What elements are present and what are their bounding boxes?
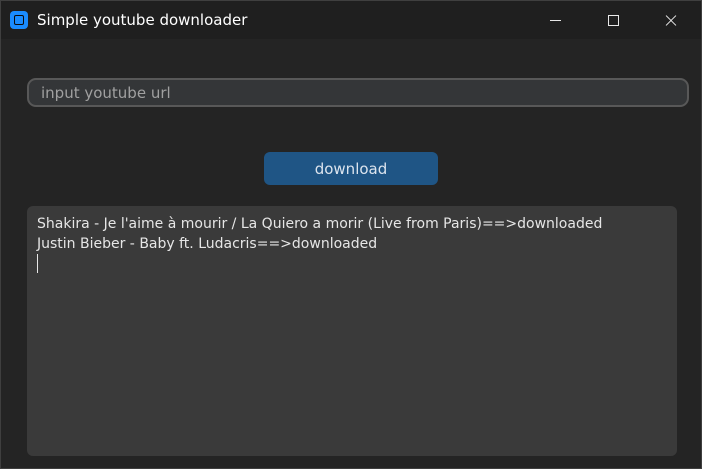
- maximize-icon: [607, 14, 619, 26]
- close-icon: [664, 13, 678, 27]
- text-cursor: [37, 254, 38, 273]
- minimize-icon: [549, 19, 561, 21]
- log-line: Shakira - Je l'aime à mourir / La Quiero…: [37, 216, 603, 232]
- minimize-button[interactable]: [526, 1, 584, 39]
- window-title: Simple youtube downloader: [37, 11, 248, 29]
- app-window: Simple youtube downloader download Shaki…: [0, 0, 702, 469]
- app-icon: [10, 11, 28, 29]
- log-textbox[interactable]: Shakira - Je l'aime à mourir / La Quiero…: [27, 206, 677, 456]
- download-button[interactable]: download: [264, 152, 438, 185]
- title-bar[interactable]: Simple youtube downloader: [1, 1, 701, 39]
- url-input[interactable]: [27, 78, 689, 107]
- log-line: Justin Bieber - Baby ft. Ludacris==>down…: [37, 236, 378, 252]
- maximize-button[interactable]: [584, 1, 642, 39]
- close-button[interactable]: [642, 1, 700, 39]
